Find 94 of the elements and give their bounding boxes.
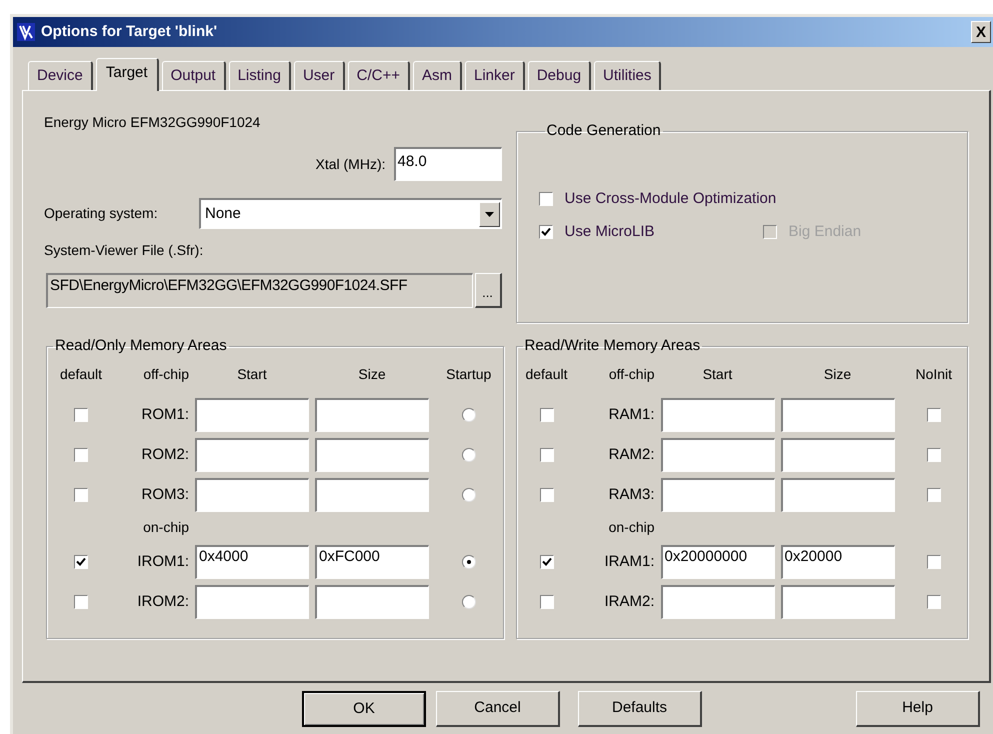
input-field[interactable] [315,585,429,619]
row-label: ROM2: [141,444,189,465]
field-label: Operating system: [44,204,159,223]
checkbox[interactable] [538,225,552,239]
checkbox[interactable] [540,488,554,502]
column-header: default [60,365,102,383]
row-label: RAM2: [608,444,654,465]
row-label: RAM1: [608,404,654,425]
tab[interactable]: Debug [528,61,592,90]
checkbox[interactable] [926,408,941,422]
input-field[interactable] [780,438,894,472]
checkbox[interactable] [926,488,941,502]
checkbox[interactable] [74,555,88,569]
browse-button[interactable]: ... [474,273,502,308]
checkbox[interactable] [540,408,554,422]
input-field[interactable] [780,398,894,432]
file-path-field[interactable]: SFD\EnergyMicro\EFM32GG\EFM32GG990F1024.SFF [46,273,472,308]
dialog-button[interactable]: OK [302,691,426,727]
row-label: IROM2: [137,592,189,612]
input-field[interactable]: 0x4000 [195,545,309,579]
input-field[interactable]: 0x20000 [780,545,894,579]
column-header: default [525,365,568,383]
tab[interactable]: Output [162,61,226,90]
option-label: Use Cross-Module Optimization [564,188,776,209]
dialog-button[interactable]: Cancel [436,691,560,727]
input-field[interactable] [660,438,774,472]
column-header: off-chip [608,365,654,383]
tab[interactable]: Device [28,61,93,90]
dialog-button[interactable]: Defaults [578,691,702,727]
column-header: NoInit [915,365,952,383]
tab[interactable]: Target [96,58,159,91]
radio-button[interactable] [462,408,476,422]
section-label: on-chip [608,518,654,537]
input-field[interactable] [315,398,429,432]
checkbox[interactable] [540,555,554,569]
checkbox[interactable] [74,595,88,609]
tab[interactable]: Linker [464,61,525,90]
checkbox[interactable] [74,408,88,422]
checkbox[interactable] [538,192,552,206]
dropdown[interactable]: None [199,198,502,229]
app-icon [17,23,35,41]
tab[interactable]: Utilities [594,61,662,90]
checkbox[interactable] [540,448,554,462]
tab[interactable]: Asm [412,61,462,90]
checkbox[interactable] [926,448,941,462]
row-label: IROM1: [137,552,189,572]
column-header: Size [824,365,852,383]
radio-button[interactable] [462,595,476,609]
section-label: on-chip [143,518,189,537]
checkbox[interactable] [926,595,941,609]
group-title: Read/Write Memory Areas [524,337,702,355]
input-field[interactable] [195,478,309,512]
row-label: ROM1: [141,404,189,425]
checkbox[interactable] [540,595,554,609]
input-field[interactable] [195,585,309,619]
column-header: Startup [446,365,492,383]
input-field[interactable] [195,398,309,432]
group-title: Read/Only Memory Areas [54,337,228,355]
row-label: IRAM2: [604,592,654,612]
checkbox[interactable] [74,448,88,462]
input-field[interactable] [315,478,429,512]
input-field[interactable] [315,438,429,472]
input-field[interactable] [195,438,309,472]
input-field[interactable]: 48.0 [394,147,502,181]
input-field[interactable] [780,585,894,619]
column-header: Start [237,365,267,383]
checkbox[interactable] [74,488,88,502]
close-button[interactable]: X [971,21,991,43]
input-field[interactable] [660,398,774,432]
row-label: IRAM1: [604,552,654,572]
column-header: off-chip [143,365,189,383]
input-field[interactable]: 0xFC000 [315,545,429,579]
field-label: Xtal (MHz): [316,154,386,174]
row-label: RAM3: [608,484,654,505]
field-label: System-Viewer File (.Sfr): [44,241,204,259]
device-name: Energy Micro EFM32GG990F1024 [44,113,262,131]
column-header: Start [702,365,732,383]
group-title: Code Generation [546,122,662,140]
column-header: Size [358,365,386,383]
input-field[interactable] [660,585,774,619]
radio-button[interactable] [462,555,476,569]
input-field[interactable]: 0x20000000 [660,545,774,579]
dialog-button[interactable]: Help [856,691,980,727]
checkbox[interactable] [926,555,941,569]
input-field[interactable] [780,478,894,512]
tab[interactable]: User [294,61,345,90]
radio-button[interactable] [462,488,476,502]
window-title: Options for Target 'blink' [41,22,218,42]
input-field[interactable] [660,478,774,512]
row-label: ROM3: [141,484,189,505]
radio-button[interactable] [462,448,476,462]
option-label: Use MicroLIB [564,222,655,242]
tab[interactable]: Listing [228,61,291,90]
tab[interactable]: C/C++ [348,61,410,90]
